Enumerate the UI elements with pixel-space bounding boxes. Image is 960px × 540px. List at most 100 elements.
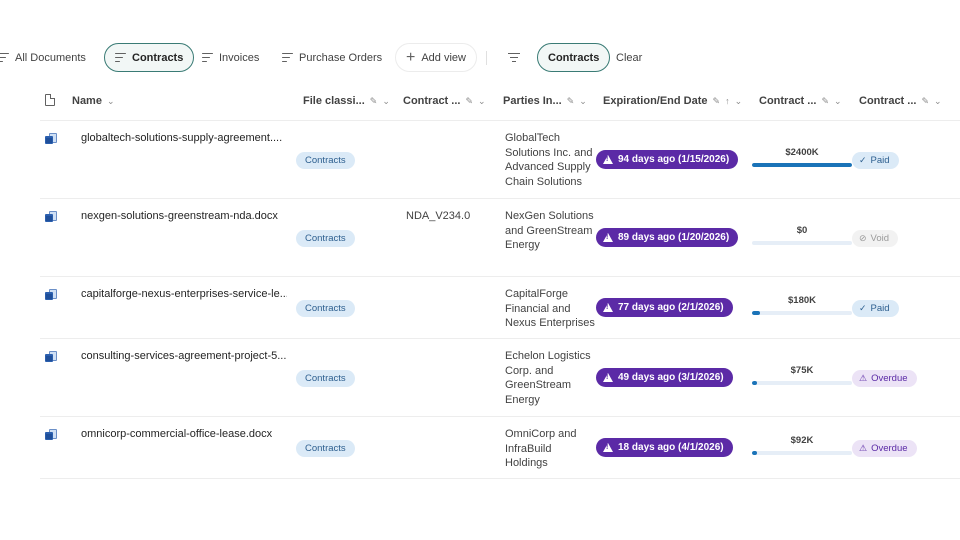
expiration-badge: 89 days ago (1/20/2026) (596, 228, 739, 247)
table-row[interactable]: ⁺omnicorp-commercial-office-lease.docx Co… (0, 417, 960, 479)
parties-involved: Echelon Logistics Corp. and GreenStream … (505, 350, 591, 406)
file-name-link[interactable]: ⁺capitalforge-nexus-enterprises-service-… (77, 288, 287, 300)
parties-involved: OmniCorp and InfraBuild Holdings (505, 428, 577, 469)
status-badge[interactable]: ⚠ Overdue (852, 370, 917, 387)
edit-column-icon: ✎ (465, 95, 473, 106)
tab-invoices[interactable]: Invoices (192, 43, 269, 72)
tab-all-documents[interactable]: All Documents (0, 43, 96, 72)
contract-amount: $75K (790, 365, 814, 376)
file-name-link[interactable]: ⁺omnicorp-commercial-office-lease.docx (77, 428, 272, 440)
table-row[interactable]: ⁺nexgen-solutions-greenstream-nda.docx Co… (0, 199, 960, 277)
tab-label: Invoices (219, 51, 260, 64)
warning-icon (603, 443, 613, 452)
column-header-parties[interactable]: Parties In... ✎ ⌄ (503, 95, 587, 107)
column-header-expiration[interactable]: Expiration/End Date ✎ ↑ ⌄ (603, 95, 742, 107)
amount-bar (752, 451, 852, 455)
column-header-name[interactable]: Name ⌄ (72, 95, 115, 107)
table-row[interactable]: ⁺consulting-services-agreement-project-5… (0, 339, 960, 417)
tab-purchase-orders[interactable]: Purchase Orders (272, 43, 392, 72)
classification-pill[interactable]: Contracts (296, 230, 355, 247)
expiration-text: 94 days ago (1/15/2026) (618, 154, 730, 165)
amount-bar (752, 381, 852, 385)
contract-amount: $0 (796, 225, 808, 236)
status-badge[interactable]: ✓ Paid (852, 300, 899, 317)
clear-filter-button[interactable]: Clear (606, 43, 652, 72)
classification-pill[interactable]: Contracts (296, 300, 355, 317)
file-type-column-header[interactable] (45, 94, 55, 106)
amount-bar-fill (752, 381, 757, 385)
column-header-label: Contract ... (403, 95, 461, 107)
expiration-badge: 94 days ago (1/15/2026) (596, 150, 739, 169)
word-document-icon (45, 429, 57, 441)
new-file-icon: ⁺ (77, 288, 78, 293)
new-file-icon: ⁺ (77, 350, 78, 355)
sort-ascending-icon: ↑ (725, 96, 730, 106)
list-icon (115, 53, 126, 63)
parties-involved: CapitalForge Financial and Nexus Enterpr… (505, 288, 595, 329)
status-text: Paid (870, 303, 890, 314)
new-file-icon: ⁺ (77, 428, 78, 433)
tab-contracts[interactable]: Contracts (104, 43, 195, 72)
file-name: consulting-services-agreement-project-5.… (81, 350, 287, 362)
contract-amount: $92K (790, 435, 814, 446)
parties-involved: GlobalTech Solutions Inc. and Advanced S… (505, 132, 593, 188)
column-header-label: Contract ... (759, 95, 817, 107)
column-header-contract-id[interactable]: Contract ... ✎ ⌄ (403, 95, 486, 107)
list-icon (202, 53, 213, 63)
parties-involved: NexGen Solutions and GreenStream Energy (505, 210, 594, 251)
classification-pill[interactable]: Contracts (296, 370, 355, 387)
classification-pill[interactable]: Contracts (296, 152, 355, 169)
amount-bar (752, 163, 852, 167)
paid-status-icon: ✓ (859, 303, 867, 313)
status-text: Overdue (871, 373, 908, 384)
status-badge[interactable]: ⊘ Void (852, 230, 899, 247)
filter-icon (508, 53, 520, 63)
new-file-icon: ⁺ (77, 210, 78, 215)
amount-bar (752, 311, 852, 315)
add-view-button[interactable]: + Add view (395, 43, 477, 72)
expiration-badge: 49 days ago (3/1/2026) (596, 368, 733, 387)
word-document-icon (45, 211, 57, 223)
column-header-label: Name (72, 95, 102, 107)
new-file-icon: ⁺ (77, 132, 78, 137)
active-filter-chip[interactable]: Contracts (537, 43, 611, 72)
status-text: Void (870, 233, 890, 244)
overdue-status-icon: ⚠ (859, 443, 868, 453)
add-view-label: Add view (421, 51, 466, 64)
file-name-link[interactable]: ⁺globaltech-solutions-supply-agreement..… (77, 132, 282, 144)
active-filter-label: Contracts (548, 51, 600, 64)
expiration-badge: 18 days ago (4/1/2026) (596, 438, 733, 457)
plus-icon: + (406, 48, 416, 66)
status-badge[interactable]: ✓ Paid (852, 152, 899, 169)
status-badge[interactable]: ⚠ Overdue (852, 440, 917, 457)
contract-id: NDA_V234.0 (406, 210, 471, 222)
list-header: Name ⌄ File classi... ✎ ⌄ Contract ... ✎… (0, 86, 960, 118)
word-document-icon (45, 351, 57, 363)
filter-button[interactable] (500, 43, 528, 72)
column-header-contract-status[interactable]: Contract ... ✎ ⌄ (859, 95, 942, 107)
contract-amount: $2400K (785, 147, 819, 158)
divider (486, 51, 487, 65)
paid-status-icon: ✓ (859, 155, 867, 165)
tab-label: Purchase Orders (299, 51, 383, 64)
file-name-link[interactable]: ⁺nexgen-solutions-greenstream-nda.docx (77, 210, 278, 222)
classification-pill[interactable]: Contracts (296, 440, 355, 457)
status-text: Overdue (871, 443, 908, 454)
column-header-file-classification[interactable]: File classi... ✎ ⌄ (303, 95, 390, 107)
list-icon (0, 53, 9, 63)
tab-label: Contracts (132, 51, 184, 64)
table-row[interactable]: ⁺globaltech-solutions-supply-agreement..… (0, 121, 960, 199)
chevron-down-icon: ⌄ (934, 95, 942, 106)
expiration-text: 77 days ago (2/1/2026) (618, 302, 724, 313)
amount-bar-fill (752, 311, 760, 315)
table-row[interactable]: ⁺capitalforge-nexus-enterprises-service-… (0, 277, 960, 339)
warning-icon (603, 373, 613, 382)
edit-column-icon: ✎ (712, 95, 721, 106)
void-status-icon: ⊘ (859, 233, 867, 243)
amount-bar-fill (752, 163, 852, 167)
edit-column-icon: ✎ (566, 95, 575, 106)
column-header-contract-amount[interactable]: Contract ... ✎ ⌄ (759, 95, 842, 107)
file-name-link[interactable]: ⁺consulting-services-agreement-project-5… (77, 350, 286, 362)
warning-icon (603, 155, 613, 164)
tab-label: All Documents (15, 51, 86, 64)
